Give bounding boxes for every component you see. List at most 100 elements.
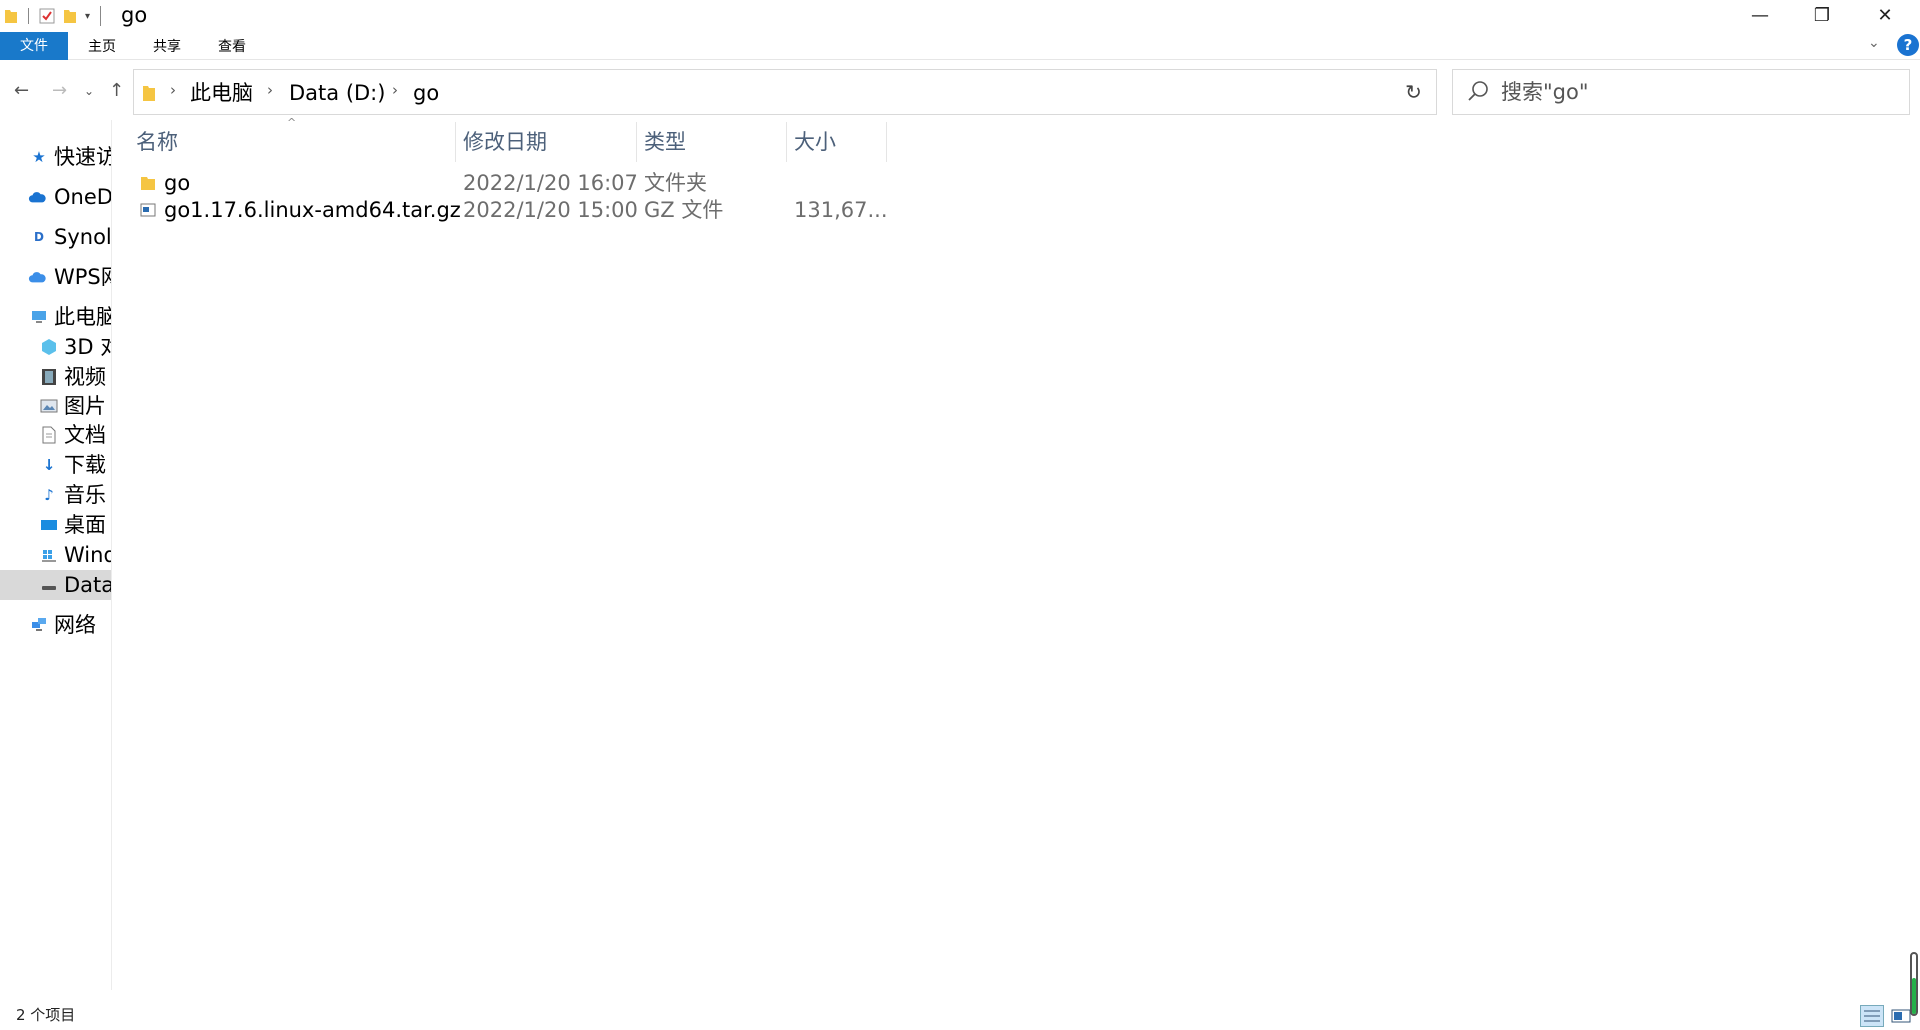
column-header-date[interactable]: 修改日期 xyxy=(455,126,635,162)
computer-icon xyxy=(32,311,46,323)
nav-item-this-pc[interactable]: 此电脑 xyxy=(0,302,112,332)
nav-item-label: Data (D:) xyxy=(64,573,112,597)
nav-item-3d-objects[interactable]: 3D 对象 xyxy=(0,332,111,362)
ribbon-tabs: 文件 主页 共享 查看 ⌄ ? xyxy=(0,30,1920,60)
breadcrumb-chevron-icon[interactable]: › xyxy=(170,81,176,99)
column-header-name[interactable]: 名称 xyxy=(128,126,454,162)
archive-file-icon xyxy=(140,203,156,217)
up-arrow-icon[interactable]: ↑ xyxy=(109,80,124,101)
document-icon xyxy=(42,426,56,444)
nav-item-label: 桌面 xyxy=(64,513,106,537)
nav-item-documents[interactable]: 文档 xyxy=(0,420,111,450)
nav-item-pictures[interactable]: 图片 xyxy=(0,391,111,421)
nav-item-label: 网络 xyxy=(54,613,96,637)
nav-item-label: 快速访问 xyxy=(54,145,111,169)
breadcrumb-chevron-icon[interactable]: › xyxy=(267,81,273,99)
nav-item-label: 下载 xyxy=(64,453,106,477)
restore-icon: ❐ xyxy=(1813,4,1831,26)
folder-icon[interactable] xyxy=(4,8,18,24)
breadcrumb-data-d[interactable]: Data (D:) xyxy=(289,80,385,106)
nav-item-label: Windows (C:) xyxy=(64,543,111,567)
nav-item-quick-access[interactable]: ★ 快速访问 xyxy=(0,142,111,172)
minimize-button[interactable]: — xyxy=(1730,0,1790,30)
status-bar: 2 个项目 xyxy=(0,990,1920,1030)
nav-item-music[interactable]: ♪ 音乐 xyxy=(0,480,111,510)
nav-item-wps-cloud[interactable]: WPS网盘 xyxy=(0,262,111,292)
nav-item-label: 3D 对象 xyxy=(64,335,111,359)
folder-icon xyxy=(143,86,155,101)
synology-drive-icon: D xyxy=(34,230,44,244)
back-arrow-icon[interactable]: ← xyxy=(14,80,29,101)
table-row[interactable]: go1.17.6.linux-amd64.tar.gz 2022/1/20 15… xyxy=(137,197,888,224)
new-folder-icon[interactable] xyxy=(63,8,77,24)
column-divider[interactable] xyxy=(886,122,887,162)
file-name: go xyxy=(164,171,191,195)
tab-home[interactable]: 主页 xyxy=(78,34,126,60)
download-arrow-icon: ↓ xyxy=(42,456,56,474)
nav-item-label: 图片 xyxy=(64,394,106,418)
file-date: 2022/1/20 15:00 xyxy=(463,198,638,222)
nav-item-synology[interactable]: D Synology xyxy=(0,222,112,252)
forward-arrow-icon[interactable]: → xyxy=(52,80,67,101)
cloud-icon xyxy=(28,192,46,203)
refresh-icon: ↻ xyxy=(1405,80,1422,104)
nav-item-label: 视频 xyxy=(64,365,106,389)
address-bar[interactable]: › 此电脑 › Data (D:) › go ⌄ xyxy=(133,69,1489,115)
title-bar: ▾ go — ❐ ✕ xyxy=(0,0,1920,30)
details-view-icon[interactable] xyxy=(1860,1005,1884,1027)
toolbar-divider xyxy=(28,8,29,24)
quick-access-toolbar: ▾ xyxy=(4,6,102,26)
file-name: go1.17.6.linux-amd64.tar.gz xyxy=(164,198,461,222)
chevron-down-icon[interactable]: ⌄ xyxy=(1868,35,1880,51)
nav-item-data-d[interactable]: Data (D:) xyxy=(0,570,112,600)
nav-item-videos[interactable]: 视频 xyxy=(0,362,111,392)
nav-item-desktop[interactable]: 桌面 xyxy=(0,510,111,540)
table-row[interactable]: go 2022/1/20 16:07 文件夹 xyxy=(137,170,887,197)
nav-item-label: Synology xyxy=(54,225,112,249)
nav-item-label: 此电脑 xyxy=(54,305,112,329)
nav-item-network[interactable]: 网络 xyxy=(0,610,111,640)
search-input[interactable] xyxy=(1501,74,1901,110)
film-icon xyxy=(42,369,56,385)
refresh-button[interactable]: ↻ xyxy=(1391,69,1437,115)
windows-drive-icon xyxy=(42,550,56,562)
desktop-icon xyxy=(41,520,57,530)
toolbar-divider xyxy=(100,6,102,26)
search-box[interactable] xyxy=(1452,69,1910,115)
nav-item-label: OneDrive xyxy=(54,185,112,209)
breadcrumb-chevron-icon[interactable]: › xyxy=(392,81,398,99)
help-icon[interactable]: ? xyxy=(1897,34,1919,56)
nav-item-downloads[interactable]: ↓ 下载 xyxy=(0,450,111,480)
nav-item-label: 音乐 xyxy=(64,483,106,507)
tab-view[interactable]: 查看 xyxy=(208,34,256,60)
recent-locations-chevron-icon[interactable]: ⌄ xyxy=(84,84,94,98)
properties-checkmark-icon[interactable] xyxy=(39,8,55,24)
music-note-icon: ♪ xyxy=(44,486,54,504)
navigation-pane: ★ 快速访问 OneDrive D Synology WPS网盘 此电脑 3D … xyxy=(0,120,112,990)
scrollbar-indicator xyxy=(1912,978,1916,1014)
cube-icon xyxy=(42,339,56,355)
nav-item-label: WPS网盘 xyxy=(54,265,111,289)
picture-icon xyxy=(40,399,58,413)
breadcrumb-this-pc[interactable]: 此电脑 xyxy=(190,80,253,106)
column-header-type[interactable]: 类型 xyxy=(636,126,786,162)
file-type: GZ 文件 xyxy=(644,198,724,222)
customize-toolbar-dropdown-icon[interactable]: ▾ xyxy=(85,11,90,22)
item-count: 2 个项目 xyxy=(16,1006,76,1024)
file-type: 文件夹 xyxy=(644,171,707,195)
star-icon: ★ xyxy=(32,148,46,166)
wps-cloud-icon xyxy=(28,272,46,283)
close-icon: ✕ xyxy=(1877,4,1893,26)
nav-item-windows-c[interactable]: Windows (C:) xyxy=(0,540,111,570)
restore-button[interactable]: ❐ xyxy=(1792,0,1852,30)
search-icon xyxy=(1468,81,1488,101)
column-header-size[interactable]: 大小 xyxy=(786,126,886,162)
nav-item-onedrive[interactable]: OneDrive xyxy=(0,182,112,212)
file-date: 2022/1/20 16:07 xyxy=(463,171,638,195)
tab-file[interactable]: 文件 xyxy=(0,32,68,60)
close-button[interactable]: ✕ xyxy=(1855,0,1915,30)
tab-share[interactable]: 共享 xyxy=(143,34,191,60)
breadcrumb-go[interactable]: go xyxy=(413,80,439,106)
nav-item-label: 文档 xyxy=(64,423,106,447)
folder-icon xyxy=(141,177,155,190)
